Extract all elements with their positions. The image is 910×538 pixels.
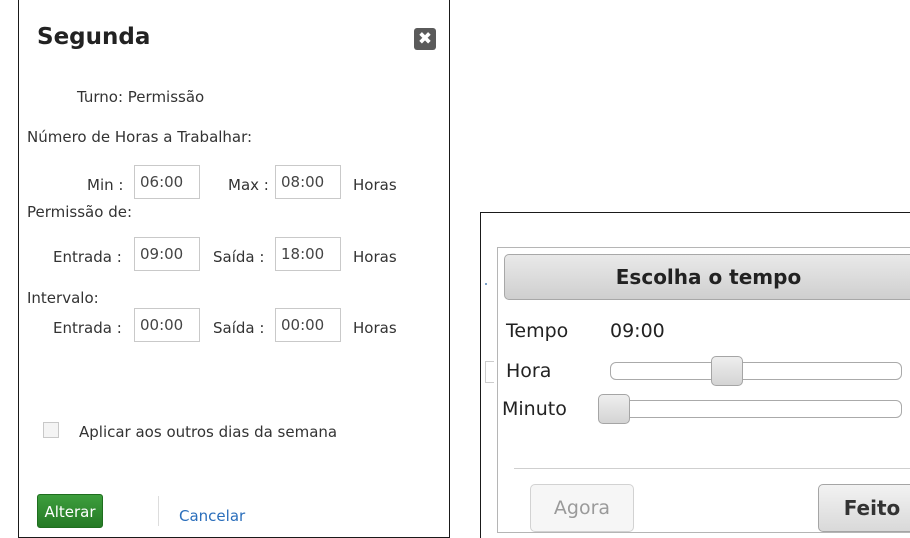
int-saida-label: Saída : bbox=[213, 319, 265, 337]
perm-saida-label: Saída : bbox=[213, 248, 265, 266]
int-entrada-label: Entrada : bbox=[53, 319, 122, 337]
max-hours-field[interactable]: 08:00 bbox=[275, 165, 341, 199]
horas-unit-label: Horas bbox=[353, 176, 397, 194]
apply-all-days-label: Aplicar aos outros dias da semana bbox=[79, 423, 338, 441]
perm-entrada-label: Entrada : bbox=[53, 248, 122, 266]
perm-saida-field[interactable]: 18:00 bbox=[275, 237, 341, 271]
permissao-heading: Permissão de: bbox=[27, 203, 132, 221]
min-label: Min : bbox=[87, 176, 124, 194]
numero-horas-heading: Número de Horas a Trabalhar: bbox=[27, 128, 253, 146]
min-hours-field[interactable]: 06:00 bbox=[134, 165, 200, 199]
time-picker-header: Escolha o tempo bbox=[504, 254, 910, 300]
agora-button[interactable]: Agora bbox=[530, 484, 634, 532]
background-field-outline bbox=[485, 361, 494, 383]
feito-button[interactable]: Feito bbox=[818, 484, 910, 532]
button-separator bbox=[158, 496, 159, 526]
time-picker-window: Escolha o tempo Tempo 09:00 Hora Minuto … bbox=[480, 212, 910, 538]
turno-label: Turno: Permissão bbox=[77, 88, 205, 106]
int-entrada-field[interactable]: 00:00 bbox=[134, 308, 200, 342]
tempo-label: Tempo bbox=[506, 320, 569, 342]
apply-all-days-checkbox[interactable] bbox=[43, 422, 59, 438]
minuto-label: Minuto bbox=[502, 398, 567, 420]
day-schedule-dialog: Segunda ✖ Turno: Permissão Número de Hor… bbox=[18, 0, 450, 538]
picker-divider bbox=[514, 468, 910, 469]
horas-unit-label: Horas bbox=[353, 248, 397, 266]
intervalo-heading: Intervalo: bbox=[27, 289, 99, 307]
minuto-slider-handle[interactable] bbox=[598, 394, 630, 424]
int-saida-field[interactable]: 00:00 bbox=[275, 308, 341, 342]
background-mark bbox=[485, 283, 487, 285]
time-picker-panel: Escolha o tempo Tempo 09:00 Hora Minuto … bbox=[497, 247, 910, 533]
horas-unit-label: Horas bbox=[353, 319, 397, 337]
perm-entrada-field[interactable]: 09:00 bbox=[134, 237, 200, 271]
close-icon[interactable]: ✖ bbox=[414, 28, 436, 50]
hora-slider-handle[interactable] bbox=[711, 356, 743, 386]
cancelar-link[interactable]: Cancelar bbox=[179, 507, 245, 525]
minuto-slider-track[interactable] bbox=[598, 394, 902, 424]
alterar-button[interactable]: Alterar bbox=[37, 494, 103, 528]
hora-label: Hora bbox=[506, 360, 552, 382]
tempo-value: 09:00 bbox=[610, 320, 665, 342]
max-label: Max : bbox=[228, 176, 269, 194]
hora-slider-track[interactable] bbox=[610, 356, 902, 386]
dialog-title: Segunda bbox=[37, 24, 151, 50]
